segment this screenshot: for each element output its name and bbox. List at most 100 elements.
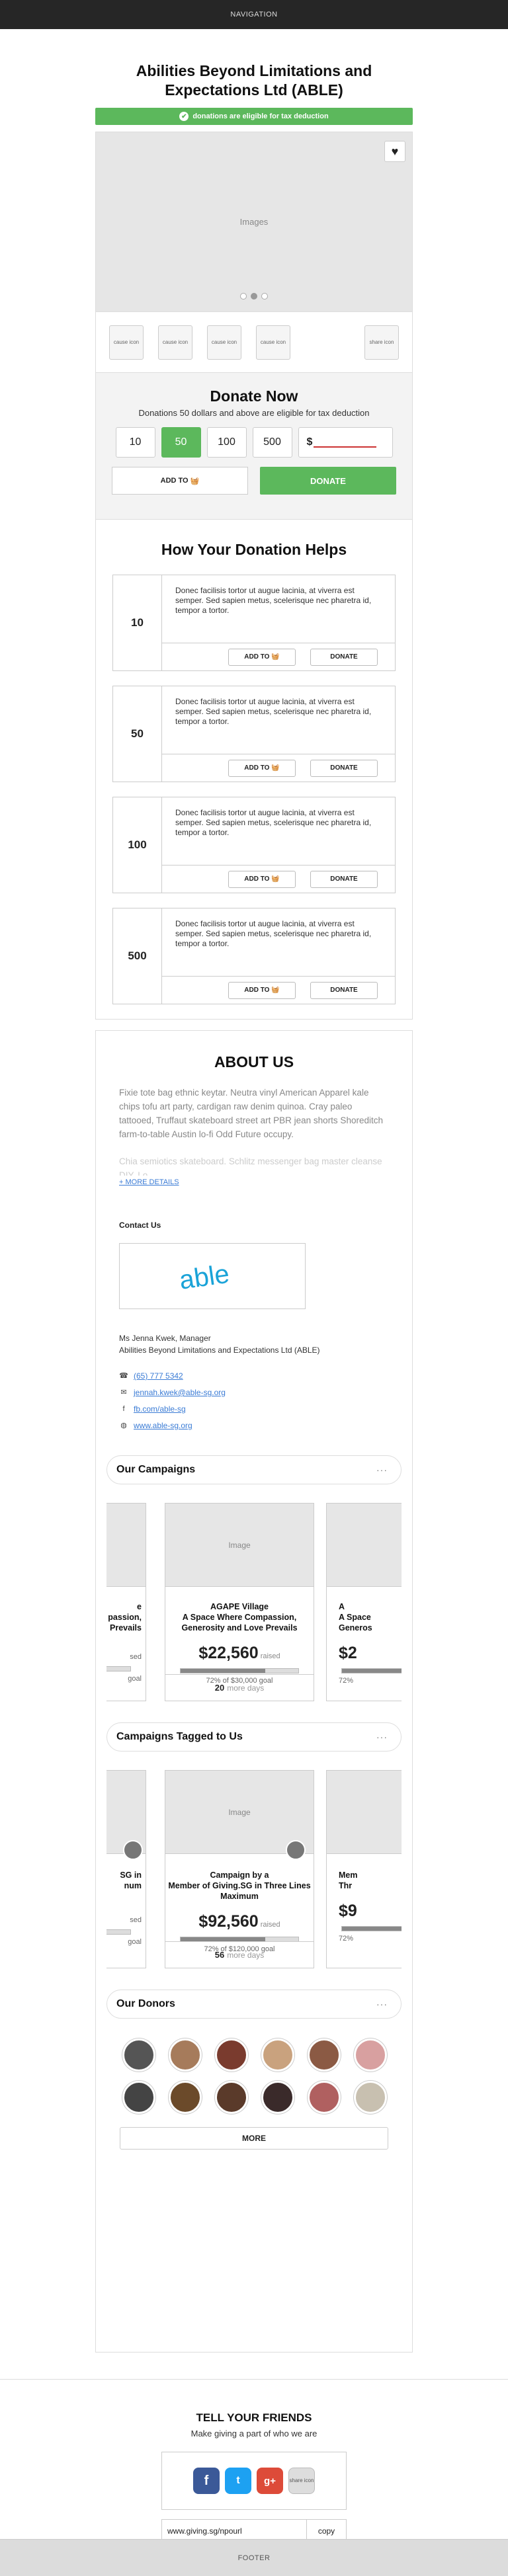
amount-option-selected[interactable]: 50 xyxy=(161,427,201,458)
navigation-bar[interactable]: NAVIGATION xyxy=(0,0,508,29)
donor-avatar[interactable] xyxy=(215,2081,248,2114)
add-to-basket-button[interactable]: ADD TO 🧺 xyxy=(112,467,248,495)
more-menu-icon[interactable]: ··· xyxy=(376,1999,388,2009)
help-text: Donec facilisis tortor ut augue lacinia,… xyxy=(175,919,372,948)
donor-avatar[interactable] xyxy=(169,2038,202,2072)
donation-helps-section: How Your Donation Helps 10 Donec facilis… xyxy=(95,519,413,1020)
amount-option[interactable]: 100 xyxy=(206,427,247,458)
tagged-carousel[interactable]: SG in num sed goal Image Campaign by a Mem… xyxy=(106,1770,402,1968)
footer-label: FOOTER xyxy=(237,2554,271,2562)
helps-title: How Your Donation Helps xyxy=(161,541,347,558)
donor-avatar[interactable] xyxy=(354,2038,387,2072)
phone-link[interactable]: (65) 777 5342 xyxy=(134,1368,183,1385)
amount-option[interactable]: 10 xyxy=(115,427,155,458)
campaigns-carousel[interactable]: e passion, Prevails sed goal Image AGAPE V… xyxy=(106,1503,402,1701)
donor-avatar[interactable] xyxy=(169,2081,202,2114)
more-menu-icon[interactable]: ··· xyxy=(376,1732,388,1742)
campaign-raised-amount: $92,560 xyxy=(198,1912,259,1931)
facebook-icon: f xyxy=(122,1405,125,1413)
facebook-share-icon[interactable]: f xyxy=(193,2468,220,2494)
twitter-share-icon[interactable]: t xyxy=(225,2468,251,2494)
gallery-dot-active[interactable] xyxy=(251,293,257,300)
heart-icon[interactable]: ♥ xyxy=(384,141,405,162)
donors-header[interactable]: Our Donors ··· xyxy=(106,1990,402,2019)
help-text: Donec facilisis tortor ut augue lacinia,… xyxy=(175,808,372,837)
donate-button[interactable]: DONATE xyxy=(310,648,378,666)
share-icon[interactable]: share icon xyxy=(288,2468,315,2494)
basket-icon: 🧺 xyxy=(271,764,280,772)
gallery-image-placeholder: Images xyxy=(239,217,269,227)
google-plus-share-icon[interactable]: g+ xyxy=(257,2468,283,2494)
donor-avatar[interactable] xyxy=(261,2081,294,2114)
add-to-basket-button[interactable]: ADD TO 🧺 xyxy=(228,870,296,888)
campaigns-title: Our Campaigns xyxy=(116,1464,196,1475)
contact-heading: Contact Us xyxy=(119,1221,161,1230)
donor-avatar[interactable] xyxy=(122,2081,155,2114)
donor-avatar[interactable] xyxy=(122,2038,155,2072)
donate-button[interactable]: DONATE xyxy=(310,870,378,888)
donate-now-title: Donate Now xyxy=(210,387,298,405)
more-menu-icon[interactable]: ··· xyxy=(376,1465,388,1475)
add-to-basket-button[interactable]: ADD TO 🧺 xyxy=(228,648,296,666)
about-title: ABOUT US xyxy=(214,1053,294,1070)
help-text: Donec facilisis tortor ut augue lacinia,… xyxy=(175,586,372,615)
contact-person-org: Abilities Beyond Limitations and Expecta… xyxy=(119,1346,320,1355)
facebook-link[interactable]: fb.com/able-sg xyxy=(134,1401,186,1418)
cause-icon: cause icon xyxy=(109,325,144,360)
campaign-card[interactable]: Image AGAPE Village A Space Where Compass… xyxy=(165,1503,314,1701)
donor-avatar[interactable] xyxy=(261,2038,294,2072)
tagged-card-partial[interactable]: SG in num sed goal xyxy=(106,1770,146,1968)
campaign-raised-amount: $22,560 xyxy=(198,1644,259,1662)
basket-icon: 🧺 xyxy=(271,875,280,883)
more-donors-button[interactable]: MORE xyxy=(120,2127,388,2150)
help-amount: 50 xyxy=(113,686,162,782)
campaigns-header[interactable]: Our Campaigns ··· xyxy=(106,1455,402,1484)
campaign-title-line2: Member of Giving.SG in Three Lines Maxim… xyxy=(168,1881,311,1901)
help-amount: 100 xyxy=(113,797,162,893)
add-to-basket-button[interactable]: ADD TO 🧺 xyxy=(228,759,296,777)
help-text: Donec facilisis tortor ut augue lacinia,… xyxy=(175,697,372,726)
custom-amount-input[interactable]: $ xyxy=(298,427,393,458)
email-icon: ✉ xyxy=(120,1389,127,1396)
campaign-title-line2: A Space Where Compassion, Generosity and… xyxy=(181,1613,298,1632)
donor-avatar[interactable] xyxy=(308,2081,341,2114)
campaign-card-partial[interactable]: e passion, Prevails sed goal xyxy=(106,1503,146,1701)
help-item: 50 Donec facilisis tortor ut augue lacin… xyxy=(112,686,396,782)
help-amount: 500 xyxy=(113,908,162,1004)
donate-button[interactable]: DONATE xyxy=(310,759,378,777)
image-gallery[interactable]: Images ♥ xyxy=(95,132,413,311)
cause-icons-row: cause icon cause icon cause icon cause i… xyxy=(95,311,413,372)
gallery-dot[interactable] xyxy=(261,293,268,300)
help-item: 10 Donec facilisis tortor ut augue lacin… xyxy=(112,575,396,671)
tagged-card-partial[interactable]: Mem Thr $9 72% xyxy=(326,1770,402,1968)
amount-option[interactable]: 500 xyxy=(252,427,292,458)
donor-avatar[interactable] xyxy=(354,2081,387,2114)
page-title: Abilities Beyond Limitations and Expecta… xyxy=(136,62,372,99)
donors-title: Our Donors xyxy=(116,1998,175,2009)
phone-icon: ☎ xyxy=(119,1372,128,1380)
navigation-label: NAVIGATION xyxy=(230,11,278,19)
donor-avatar[interactable] xyxy=(308,2038,341,2072)
contact-person-name: Ms Jenna Kwek, Manager xyxy=(119,1334,211,1343)
help-item: 500 Donec facilisis tortor ut augue laci… xyxy=(112,908,396,1004)
cause-icon: cause icon xyxy=(207,325,241,360)
email-link[interactable]: jennah.kwek@able-sg.org xyxy=(134,1385,226,1401)
gallery-dot[interactable] xyxy=(240,293,247,300)
amount-options: 10 50 100 500 $ xyxy=(96,427,412,458)
donate-button[interactable]: DONATE xyxy=(260,467,396,495)
tax-banner-text: donations are eligible for tax deduction xyxy=(192,112,329,120)
add-to-basket-button[interactable]: ADD TO 🧺 xyxy=(228,981,296,999)
currency-prefix: $ xyxy=(306,436,313,448)
donate-button[interactable]: DONATE xyxy=(310,981,378,999)
more-details-link[interactable]: + MORE DETAILS xyxy=(119,1178,389,1186)
donor-avatar[interactable] xyxy=(215,2038,248,2072)
cause-icon: cause icon xyxy=(158,325,192,360)
share-icon[interactable]: share icon xyxy=(364,325,399,360)
tagged-campaigns-header[interactable]: Campaigns Tagged to Us ··· xyxy=(106,1722,402,1751)
tagged-campaign-card[interactable]: Image Campaign by a Member of Giving.SG i… xyxy=(165,1770,314,1968)
donate-now-panel: Donate Now Donations 50 dollars and abov… xyxy=(95,372,413,519)
add-to-label: ADD TO xyxy=(160,477,189,485)
website-link[interactable]: www.able-sg.org xyxy=(134,1418,192,1434)
globe-icon: ◍ xyxy=(120,1422,127,1429)
campaign-card-partial[interactable]: AA Space Generos $2 72% xyxy=(326,1503,402,1701)
